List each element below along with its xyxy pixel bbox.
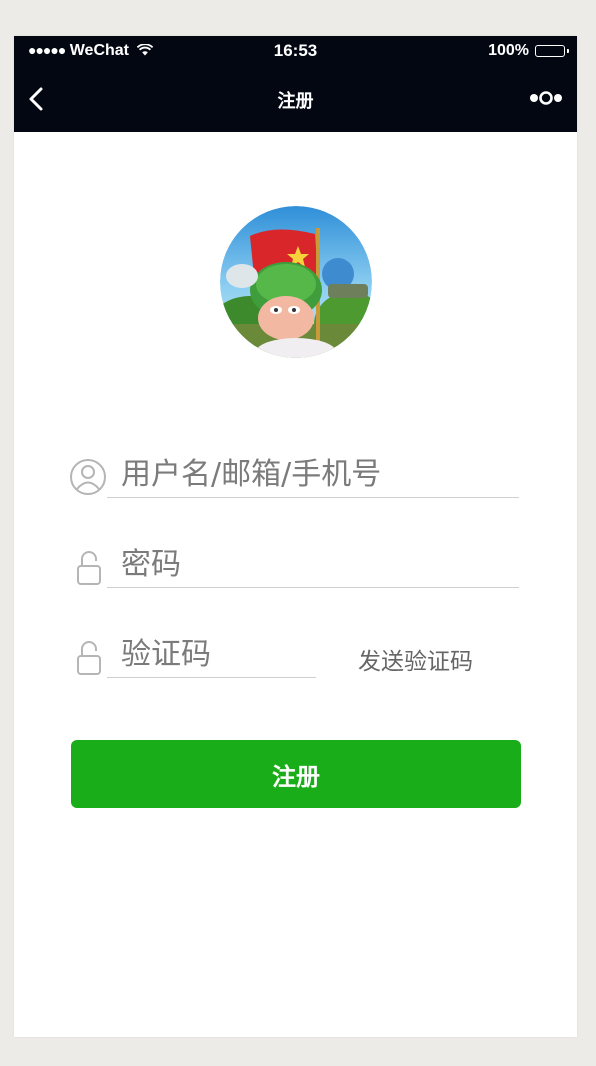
status-bar: ●●●●● WeChat 16:53 100%: [14, 36, 577, 66]
battery-icon: [535, 45, 569, 57]
username-row: [70, 452, 540, 500]
more-dots-icon[interactable]: [529, 90, 563, 106]
top-bar: ●●●●● WeChat 16:53 100% 注册: [14, 36, 577, 132]
battery-percent: 100%: [488, 42, 529, 59]
password-row: [70, 542, 540, 590]
battery-status: 100%: [488, 42, 569, 60]
code-row: [70, 632, 330, 680]
lock-icon: [77, 641, 101, 675]
user-icon: [70, 459, 106, 495]
phone-screen: ●●●●● WeChat 16:53 100% 注册 用户名/邮箱/手机号 验证…: [14, 36, 577, 1037]
username-input[interactable]: [107, 452, 519, 498]
register-button[interactable]: 注册: [71, 740, 521, 808]
verification-code-input[interactable]: [107, 632, 316, 678]
lock-icon: [77, 551, 101, 585]
nav-bar: 注册: [14, 76, 577, 122]
avatar: [220, 206, 372, 358]
page-title: 注册: [277, 91, 314, 111]
send-code-button[interactable]: 发送验证码: [358, 642, 473, 676]
password-input[interactable]: [107, 542, 519, 588]
